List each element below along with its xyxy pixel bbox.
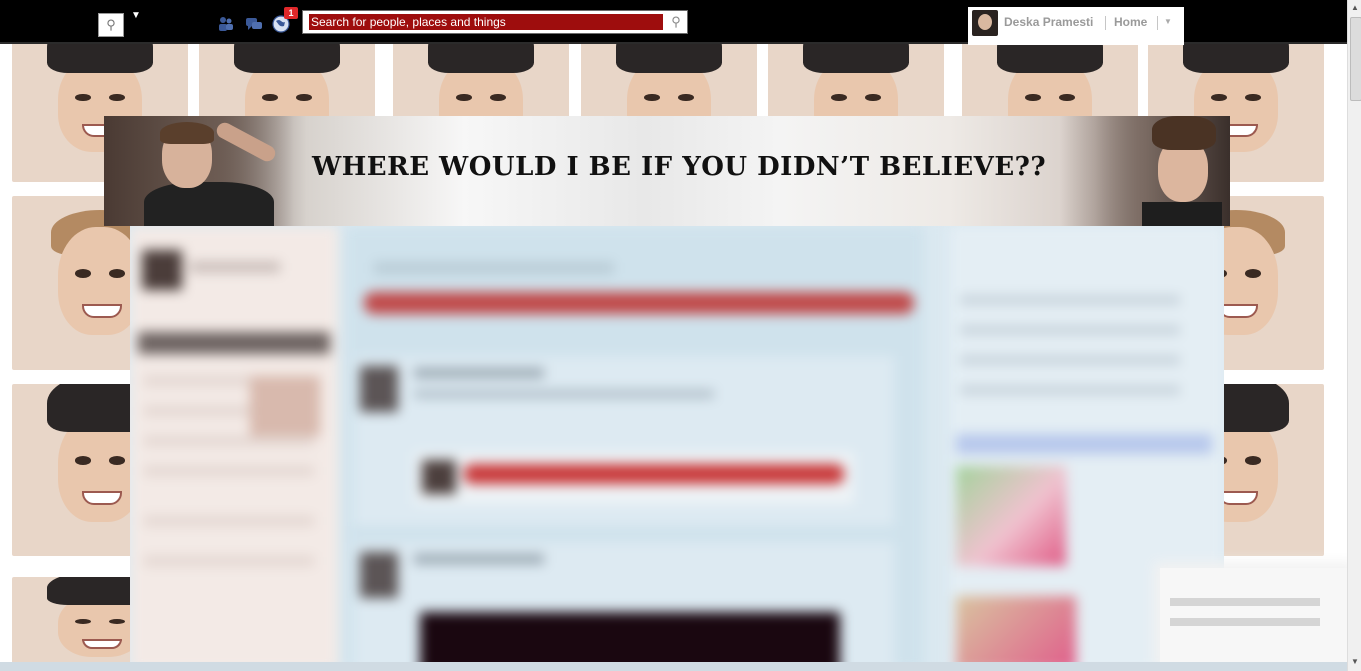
sidebar-item: [144, 436, 314, 446]
chat-line: [1170, 598, 1320, 606]
suggestion-image: [956, 596, 1076, 671]
window-scrollbar[interactable]: ▲ ▼: [1347, 0, 1361, 671]
search-input[interactable]: Search for people, places and things: [309, 14, 663, 30]
post-avatar: [360, 552, 398, 598]
user-nav: Deska Pramesti Home ▼: [968, 7, 1184, 45]
feed-post: [354, 356, 894, 526]
messages-icon[interactable]: [245, 15, 263, 33]
search-bar[interactable]: Search for people, places and things ⚲: [302, 10, 688, 34]
bottom-strip: [0, 662, 1347, 671]
search-icon: ⚲: [106, 17, 116, 32]
account-menu-chevron-icon[interactable]: ▼: [1164, 17, 1172, 26]
post-text: [414, 390, 714, 398]
search-button[interactable]: ⚲: [667, 13, 685, 31]
chat-line: [1170, 618, 1320, 626]
sponsored-header: [956, 434, 1212, 454]
user-avatar[interactable]: [972, 10, 998, 36]
feed-post: [354, 542, 894, 671]
banner-caption: WHERE WOULD I BE IF YOU DIDN’T BELIEVE??: [312, 152, 1047, 182]
post-author: [414, 368, 544, 378]
profile-link[interactable]: Deska Pramesti: [1004, 15, 1093, 29]
news-feed: [344, 226, 924, 671]
sidebar-item: [144, 466, 314, 476]
sidebar-avatar: [142, 250, 182, 290]
sidebar-item: [144, 516, 314, 526]
sponsored-image: [956, 466, 1066, 566]
ticker-item: [960, 386, 1180, 394]
sidebar-header: [138, 332, 330, 354]
chevron-down-icon[interactable]: ▼: [131, 10, 141, 21]
home-link[interactable]: Home: [1114, 15, 1147, 29]
banner-photo-right: [1142, 116, 1222, 226]
feed-tabs: [374, 262, 614, 274]
scroll-down-arrow-icon[interactable]: ▼: [1348, 656, 1361, 668]
banner-photo-left: [144, 119, 279, 226]
ticker-item: [960, 356, 1180, 364]
left-sidebar: [130, 226, 338, 671]
ticker-item: [960, 296, 1180, 304]
chat-dock: [1160, 568, 1348, 664]
profile-banner: WHERE WOULD I BE IF YOU DIDN’T BELIEVE??: [104, 116, 1230, 226]
nav-separator: [1105, 16, 1106, 30]
friend-requests-icon[interactable]: [217, 15, 235, 33]
sidebar-name: [190, 262, 280, 272]
attachment-bar: [464, 464, 844, 484]
post-attachment: [414, 452, 854, 504]
page-content-blurred: [130, 226, 1224, 671]
scroll-up-arrow-icon[interactable]: ▲: [1348, 2, 1361, 14]
ticker-item: [960, 326, 1180, 334]
post-author: [414, 554, 544, 564]
search-icon: ⚲: [671, 14, 681, 29]
nav-separator: [1157, 16, 1158, 30]
attachment-thumbnail: [422, 460, 456, 494]
sidebar-picture: [250, 376, 320, 436]
post-avatar: [360, 366, 398, 412]
scroll-thumb[interactable]: [1350, 17, 1361, 101]
status-composer: [364, 292, 914, 314]
notification-count-badge: 1: [284, 7, 298, 19]
search-icon-button[interactable]: ⚲: [98, 13, 124, 37]
sidebar-item: [144, 556, 314, 566]
